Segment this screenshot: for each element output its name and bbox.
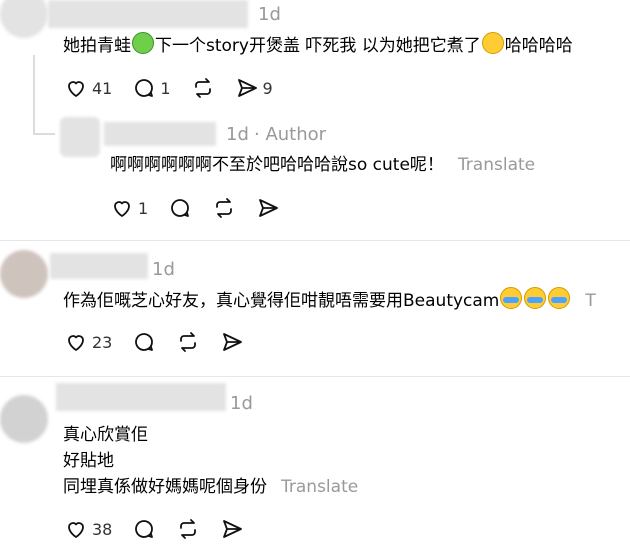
like-button[interactable]: 38 (64, 517, 112, 541)
reply-count: 1 (160, 78, 171, 98)
repost-button[interactable] (191, 76, 215, 100)
comment-actions: 38 (64, 516, 264, 542)
comment-time: 1d (226, 124, 249, 145)
thread-line-curve (33, 133, 55, 135)
like-button[interactable]: 41 (64, 76, 112, 100)
username-blurred (50, 253, 148, 279)
repost-icon (180, 519, 197, 539)
comment-time: 1d (152, 259, 175, 280)
comment-text: 她拍青蛙 下一个story开煲盖 吓死我 以为她把它煮了 哈哈哈哈 (63, 32, 573, 59)
like-button[interactable]: 1 (110, 196, 148, 220)
comment-icon (135, 79, 154, 97)
share-icon (223, 333, 243, 351)
avatar-blurred (0, 250, 48, 298)
share-icon (259, 199, 279, 217)
comment-text-body: 啊啊啊啊啊啊不至於吧哈哈哈說so cute呢！ (110, 155, 444, 175)
share-button[interactable] (220, 517, 244, 541)
avatar-blurred (0, 0, 48, 38)
repost-icon (194, 78, 211, 98)
reply-button[interactable] (168, 196, 192, 220)
frog-emoji-icon (132, 32, 154, 54)
comment-text-body: 作為佢嘅芝心好友，真心覺得佢咁靚唔需要用Beautycam (63, 291, 500, 311)
repost-button[interactable] (176, 517, 200, 541)
heart-icon (114, 201, 130, 217)
heart-icon (68, 335, 84, 351)
comment-text-part: 她拍青蛙 (63, 36, 131, 56)
share-count: 9 (262, 78, 273, 98)
share-button[interactable]: 9 (235, 76, 273, 100)
comment-divider (0, 240, 630, 241)
like-count: 1 (138, 198, 149, 218)
username-blurred (48, 0, 248, 28)
like-count: 38 (92, 519, 113, 539)
comment-line: 同埋真係做好媽媽呢個身份 (63, 477, 267, 497)
repost-icon (216, 198, 233, 218)
translate-link[interactable]: Translate (458, 155, 535, 175)
comment-text-part: 下一个story开煲盖 吓死我 以为她把它煮了 (155, 36, 481, 56)
reply-button[interactable] (132, 517, 156, 541)
like-count: 41 (92, 78, 113, 98)
translate-link-truncated[interactable]: T (585, 291, 595, 311)
thread-line (33, 55, 35, 135)
comment-divider (0, 376, 630, 377)
comment-icon (135, 333, 154, 351)
comment-line: 真心欣賞佢 (63, 425, 148, 445)
heart-icon (68, 522, 84, 538)
comment-time: 1d (258, 4, 281, 25)
comment-text: 啊啊啊啊啊啊不至於吧哈哈哈說so cute呢！ Translate (110, 152, 535, 178)
repost-button[interactable] (212, 196, 236, 220)
crying-emoji-icon (548, 287, 571, 309)
avatar-blurred (0, 395, 48, 443)
comment-icon (135, 520, 154, 538)
reply-button[interactable] (132, 330, 156, 354)
crying-emoji-icon (524, 287, 547, 309)
comment-time: 1d (230, 393, 253, 414)
comment-text-part: 哈哈哈哈 (504, 36, 573, 56)
share-button[interactable] (220, 330, 244, 354)
like-count: 23 (92, 332, 113, 352)
comment-actions: 1 (110, 195, 300, 221)
like-button[interactable]: 23 (64, 330, 112, 354)
avatar-blurred (60, 117, 100, 157)
laughing-emoji-icon (481, 32, 504, 54)
username-blurred (104, 122, 216, 146)
comment-icon (171, 199, 190, 217)
share-icon (237, 79, 257, 97)
heart-icon (68, 81, 84, 97)
translate-link[interactable]: Translate (281, 477, 358, 497)
comment-actions: 23 (64, 329, 264, 355)
share-button[interactable] (256, 196, 280, 220)
comment-line: 好貼地 (63, 451, 114, 471)
reply-button[interactable]: 1 (132, 76, 171, 100)
crying-emoji-icon (500, 287, 523, 309)
share-icon (223, 520, 243, 538)
author-badge: · Author (254, 124, 327, 145)
comment-text: 作為佢嘅芝心好友，真心覺得佢咁靚唔需要用Beautycam T (63, 287, 596, 314)
username-blurred (56, 383, 226, 411)
comment-actions: 41 1 9 (64, 75, 293, 101)
comment-line-last: 同埋真係做好媽媽呢個身份 Translate (63, 474, 358, 500)
repost-button[interactable] (176, 330, 200, 354)
repost-icon (180, 332, 197, 352)
